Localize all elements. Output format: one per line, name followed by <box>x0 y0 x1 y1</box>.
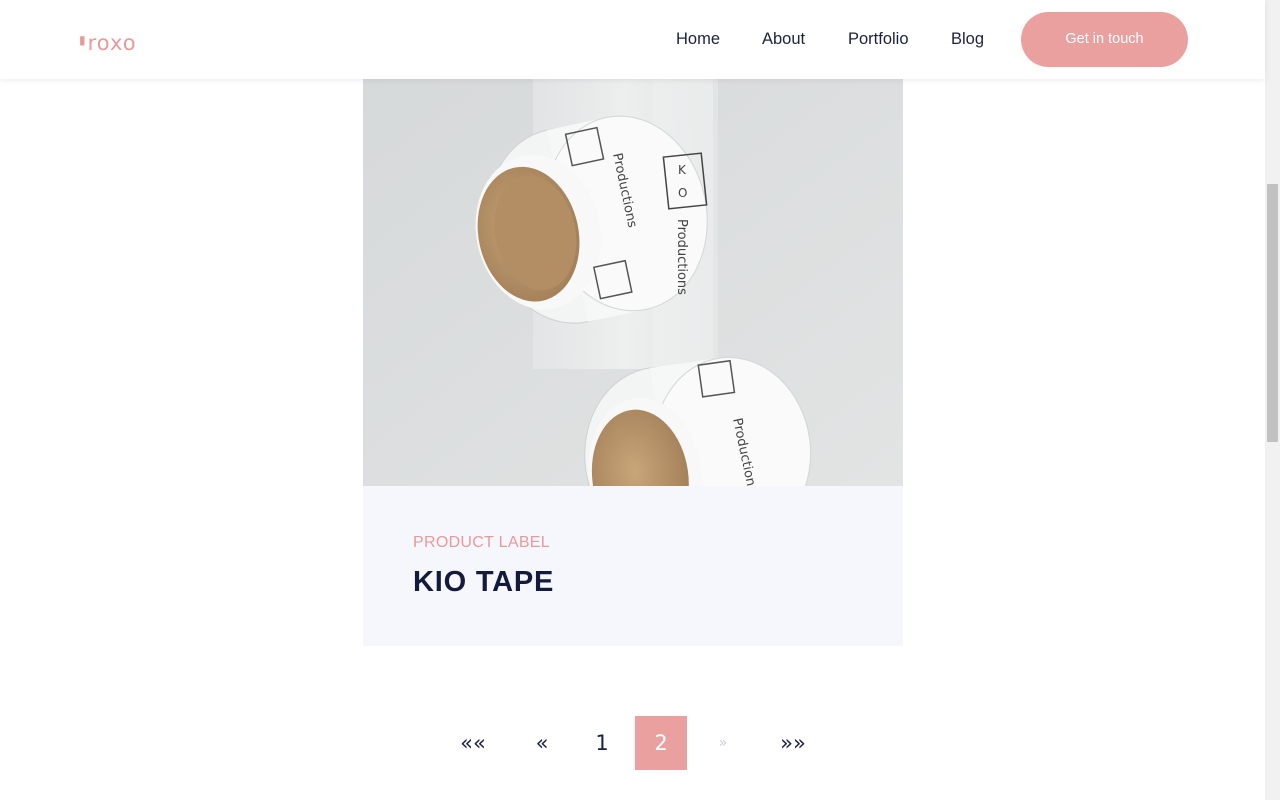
pagination-last-button[interactable]: »» <box>766 716 820 770</box>
nav-home-link[interactable]: Home <box>676 28 720 50</box>
product-photo[interactable]: Productions K O Productions Productions <box>363 79 903 486</box>
site-header: ▮roxo Home About Portfolio Blog Get in t… <box>0 0 1265 79</box>
portfolio-card[interactable]: Productions K O Productions Productions … <box>363 79 903 646</box>
pagination-next-button: » <box>718 735 728 751</box>
image-brand-text-2: Productions <box>674 219 689 295</box>
pagination-page-1[interactable]: 1 <box>575 716 629 770</box>
tape-rolls-image: Productions K O Productions Productions <box>363 79 903 486</box>
logo-letter-o: O <box>678 186 687 200</box>
nav-about-link[interactable]: About <box>762 28 805 50</box>
card-title[interactable]: KIO TAPE <box>413 564 554 600</box>
nav-blog-link[interactable]: Blog <box>951 28 984 50</box>
pagination-prev-button[interactable]: « <box>515 716 569 770</box>
card-body: PRODUCT LABEL KIO TAPE <box>363 486 903 646</box>
scrollbar-thumb[interactable] <box>1267 184 1278 442</box>
nav-portfolio-link[interactable]: Portfolio <box>848 28 909 50</box>
site-logo[interactable]: ▮roxo <box>79 28 137 55</box>
page-scrollbar[interactable] <box>1265 0 1280 800</box>
logo-letter-k: K <box>678 163 687 177</box>
logo-text: roxo <box>87 31 137 55</box>
pagination-first-button[interactable]: «« <box>446 716 500 770</box>
logo-mark: ▮ <box>79 33 87 47</box>
get-in-touch-button[interactable]: Get in touch <box>1021 12 1188 67</box>
card-category-label: PRODUCT LABEL <box>413 534 550 551</box>
pagination-page-current[interactable]: 2 <box>635 716 687 770</box>
